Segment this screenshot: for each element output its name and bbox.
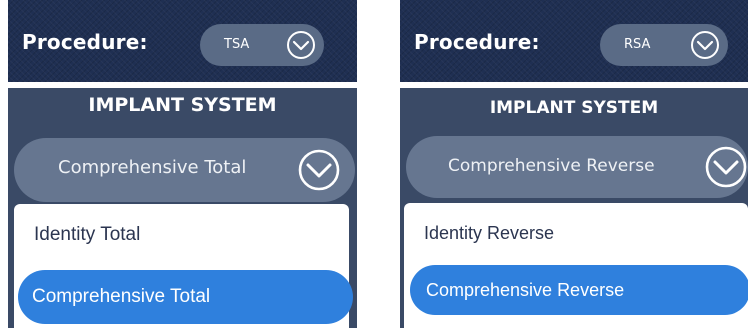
implant-system-title: IMPLANT SYSTEM <box>489 98 659 118</box>
option-label: Identity Total <box>34 224 141 245</box>
implant-system-value: Comprehensive Total <box>58 157 247 178</box>
implant-system-card: IMPLANT SYSTEM Comprehensive Total Ident… <box>8 88 357 334</box>
option-comprehensive-reverse[interactable]: Comprehensive Reverse <box>410 265 748 315</box>
procedure-dropdown[interactable]: TSA <box>200 24 324 66</box>
option-label: Identity Reverse <box>424 223 555 243</box>
implant-system-options: Identity Reverse Comprehensive Reverse <box>404 203 748 333</box>
implant-system-title: IMPLANT SYSTEM <box>88 94 277 116</box>
chevron-down-circle-icon[interactable] <box>704 145 748 189</box>
chevron-down-circle-icon[interactable] <box>286 30 316 60</box>
option-identity-reverse[interactable]: Identity Reverse <box>404 209 748 259</box>
implant-system-value: Comprehensive Reverse <box>448 156 655 176</box>
chevron-down-circle-icon[interactable] <box>297 148 341 192</box>
option-label: Comprehensive Reverse <box>426 280 625 300</box>
procedure-label: Procedure: <box>414 30 540 54</box>
procedure-bar: Procedure: RSA <box>400 0 748 82</box>
procedure-value: RSA <box>624 37 651 52</box>
option-label: Comprehensive Total <box>32 286 211 307</box>
implant-system-card: IMPLANT SYSTEM Comprehensive Reverse Ide… <box>400 88 748 333</box>
option-identity-total[interactable]: Identity Total <box>14 210 349 260</box>
option-comprehensive-total[interactable]: Comprehensive Total <box>18 270 353 324</box>
implant-system-dropdown[interactable]: Comprehensive Reverse <box>406 136 748 198</box>
procedure-bar: Procedure: TSA <box>8 0 357 82</box>
procedure-label: Procedure: <box>22 30 148 54</box>
procedure-value: TSA <box>224 37 250 52</box>
procedure-dropdown[interactable]: RSA <box>600 24 728 66</box>
implant-system-options: Identity Total Comprehensive Total <box>14 204 353 334</box>
chevron-down-circle-icon[interactable] <box>690 30 720 60</box>
implant-system-dropdown[interactable]: Comprehensive Total <box>14 138 355 202</box>
